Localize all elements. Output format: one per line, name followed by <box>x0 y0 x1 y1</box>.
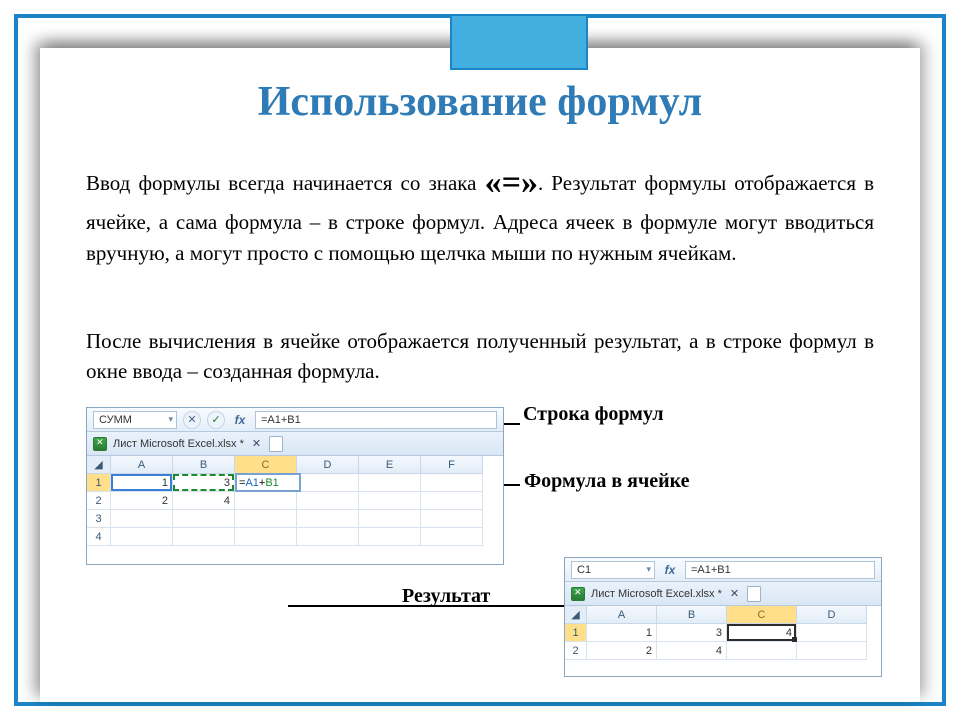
equals-sign: «=» <box>485 164 538 201</box>
excel-file-icon <box>571 587 585 601</box>
row-2: 2 2 4 . . <box>565 642 881 660</box>
col-header-d[interactable]: D <box>297 456 359 474</box>
cell-f2[interactable]: . <box>421 492 483 510</box>
row-1: 1 1 3 4 . <box>565 624 881 642</box>
col-header-f[interactable]: F <box>421 456 483 474</box>
workbook-tabstrip: Лист Microsoft Excel.xlsx * ✕ <box>565 582 881 606</box>
cell-e2[interactable]: . <box>359 492 421 510</box>
cell-a1[interactable]: 1 <box>587 624 657 642</box>
col-header-c[interactable]: C <box>727 606 797 624</box>
paragraph-1a: Ввод формулы всегда начинается со знака <box>86 171 485 195</box>
row-4: 4 ...... <box>87 528 503 546</box>
grid: ◢ A B C D E F 1 1 3 . . . . 2 2 4 . . . … <box>87 456 503 546</box>
row-header-4[interactable]: 4 <box>87 528 111 546</box>
row-3: 3 ...... <box>87 510 503 528</box>
select-all-corner[interactable]: ◢ <box>87 456 111 474</box>
formula-bar: C1 fx =A1+B1 <box>565 558 881 582</box>
cell-a2[interactable]: 2 <box>111 492 173 510</box>
excel-file-icon <box>93 437 107 451</box>
close-icon[interactable]: ✕ <box>728 587 741 600</box>
confirm-icon[interactable]: ✓ <box>207 411 225 429</box>
cell-d1[interactable]: . <box>297 474 359 492</box>
excel-editing-screenshot: СУММ ✕ ✓ fx =A1+B1 Лист Microsoft Excel.… <box>86 407 504 565</box>
new-sheet-icon[interactable] <box>269 436 283 452</box>
row-2: 2 2 4 . . . . <box>87 492 503 510</box>
row-header-1[interactable]: 1 <box>87 474 111 492</box>
fx-icon[interactable]: fx <box>231 413 249 427</box>
formula-bar: СУММ ✕ ✓ fx =A1+B1 <box>87 408 503 432</box>
workbook-tabstrip: Лист Microsoft Excel.xlsx * ✕ <box>87 432 503 456</box>
col-header-e[interactable]: E <box>359 456 421 474</box>
col-header-b[interactable]: B <box>657 606 727 624</box>
selection-c1 <box>727 624 796 641</box>
formula-input[interactable]: =A1+B1 <box>685 561 875 579</box>
row-header-3[interactable]: 3 <box>87 510 111 528</box>
cancel-icon[interactable]: ✕ <box>183 411 201 429</box>
select-all-corner[interactable]: ◢ <box>565 606 587 624</box>
row-header-2[interactable]: 2 <box>565 642 587 660</box>
cell-c2[interactable]: . <box>235 492 297 510</box>
fx-icon[interactable]: fx <box>661 563 679 577</box>
paragraph-2: После вычисления в ячейке отображается п… <box>86 326 874 387</box>
callout-formula-bar: Строка формул <box>523 403 664 426</box>
cell-d2[interactable]: . <box>797 642 867 660</box>
editing-cell-c1[interactable]: =A1+B1 <box>235 473 301 492</box>
cell-b2[interactable]: 4 <box>657 642 727 660</box>
cell-f1[interactable]: . <box>421 474 483 492</box>
col-header-a[interactable]: A <box>111 456 173 474</box>
close-icon[interactable]: ✕ <box>250 437 263 450</box>
cell-b1[interactable]: 3 <box>173 474 235 492</box>
cell-b2[interactable]: 4 <box>173 492 235 510</box>
paragraph-1: Ввод формулы всегда начинается со знака … <box>86 158 874 268</box>
col-header-a[interactable]: A <box>587 606 657 624</box>
col-header-b[interactable]: B <box>173 456 235 474</box>
name-box[interactable]: C1 <box>571 561 655 579</box>
name-box[interactable]: СУММ <box>93 411 177 429</box>
grid: ◢ A B C D 1 1 3 4 . 2 2 4 . . <box>565 606 881 660</box>
slide-title: Использование формул <box>0 78 960 126</box>
new-sheet-icon[interactable] <box>747 586 761 602</box>
cell-d1[interactable]: . <box>797 624 867 642</box>
cell-a2[interactable]: 2 <box>587 642 657 660</box>
cell-b1[interactable]: 3 <box>657 624 727 642</box>
row-header-2[interactable]: 2 <box>87 492 111 510</box>
callout-cell-formula: Формула в ячейке <box>524 470 690 493</box>
cell-a1[interactable]: 1 <box>111 474 173 492</box>
slide-top-tab <box>450 14 588 70</box>
cell-c2[interactable]: . <box>727 642 797 660</box>
col-header-c[interactable]: C <box>235 456 297 474</box>
workbook-tab-label[interactable]: Лист Microsoft Excel.xlsx * <box>591 588 722 600</box>
cell-e1[interactable]: . <box>359 474 421 492</box>
cell-d2[interactable]: . <box>297 492 359 510</box>
excel-result-screenshot: C1 fx =A1+B1 Лист Microsoft Excel.xlsx *… <box>564 557 882 677</box>
col-header-d[interactable]: D <box>797 606 867 624</box>
workbook-tab-label[interactable]: Лист Microsoft Excel.xlsx * <box>113 438 244 450</box>
arrow-to-result <box>288 605 596 607</box>
row-header-1[interactable]: 1 <box>565 624 587 642</box>
formula-input[interactable]: =A1+B1 <box>255 411 497 429</box>
